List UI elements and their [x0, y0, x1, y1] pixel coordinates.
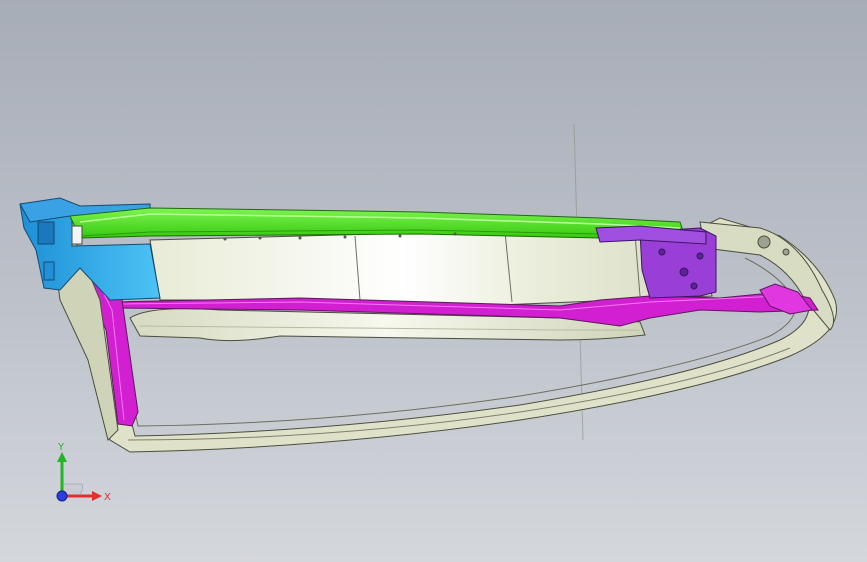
bracket-hole-3 — [658, 248, 666, 256]
blue-bracket-slot — [37, 221, 55, 245]
blue-bracket-notch — [43, 261, 55, 281]
end-cap-hole-small — [782, 248, 790, 256]
x-axis-label: X — [104, 492, 111, 503]
cad-model[interactable] — [0, 0, 867, 562]
end-cap-hole — [757, 235, 771, 249]
y-axis-label: Y — [57, 442, 65, 453]
bracket-hole-4 — [690, 282, 698, 290]
z-axis-icon — [56, 490, 68, 502]
bracket-hole-2 — [696, 252, 704, 260]
graphics-viewport[interactable]: Y X — [0, 0, 867, 562]
view-triad[interactable]: Y X — [48, 440, 118, 510]
bracket-hole-1 — [679, 267, 689, 277]
tube-collar — [71, 225, 83, 245]
